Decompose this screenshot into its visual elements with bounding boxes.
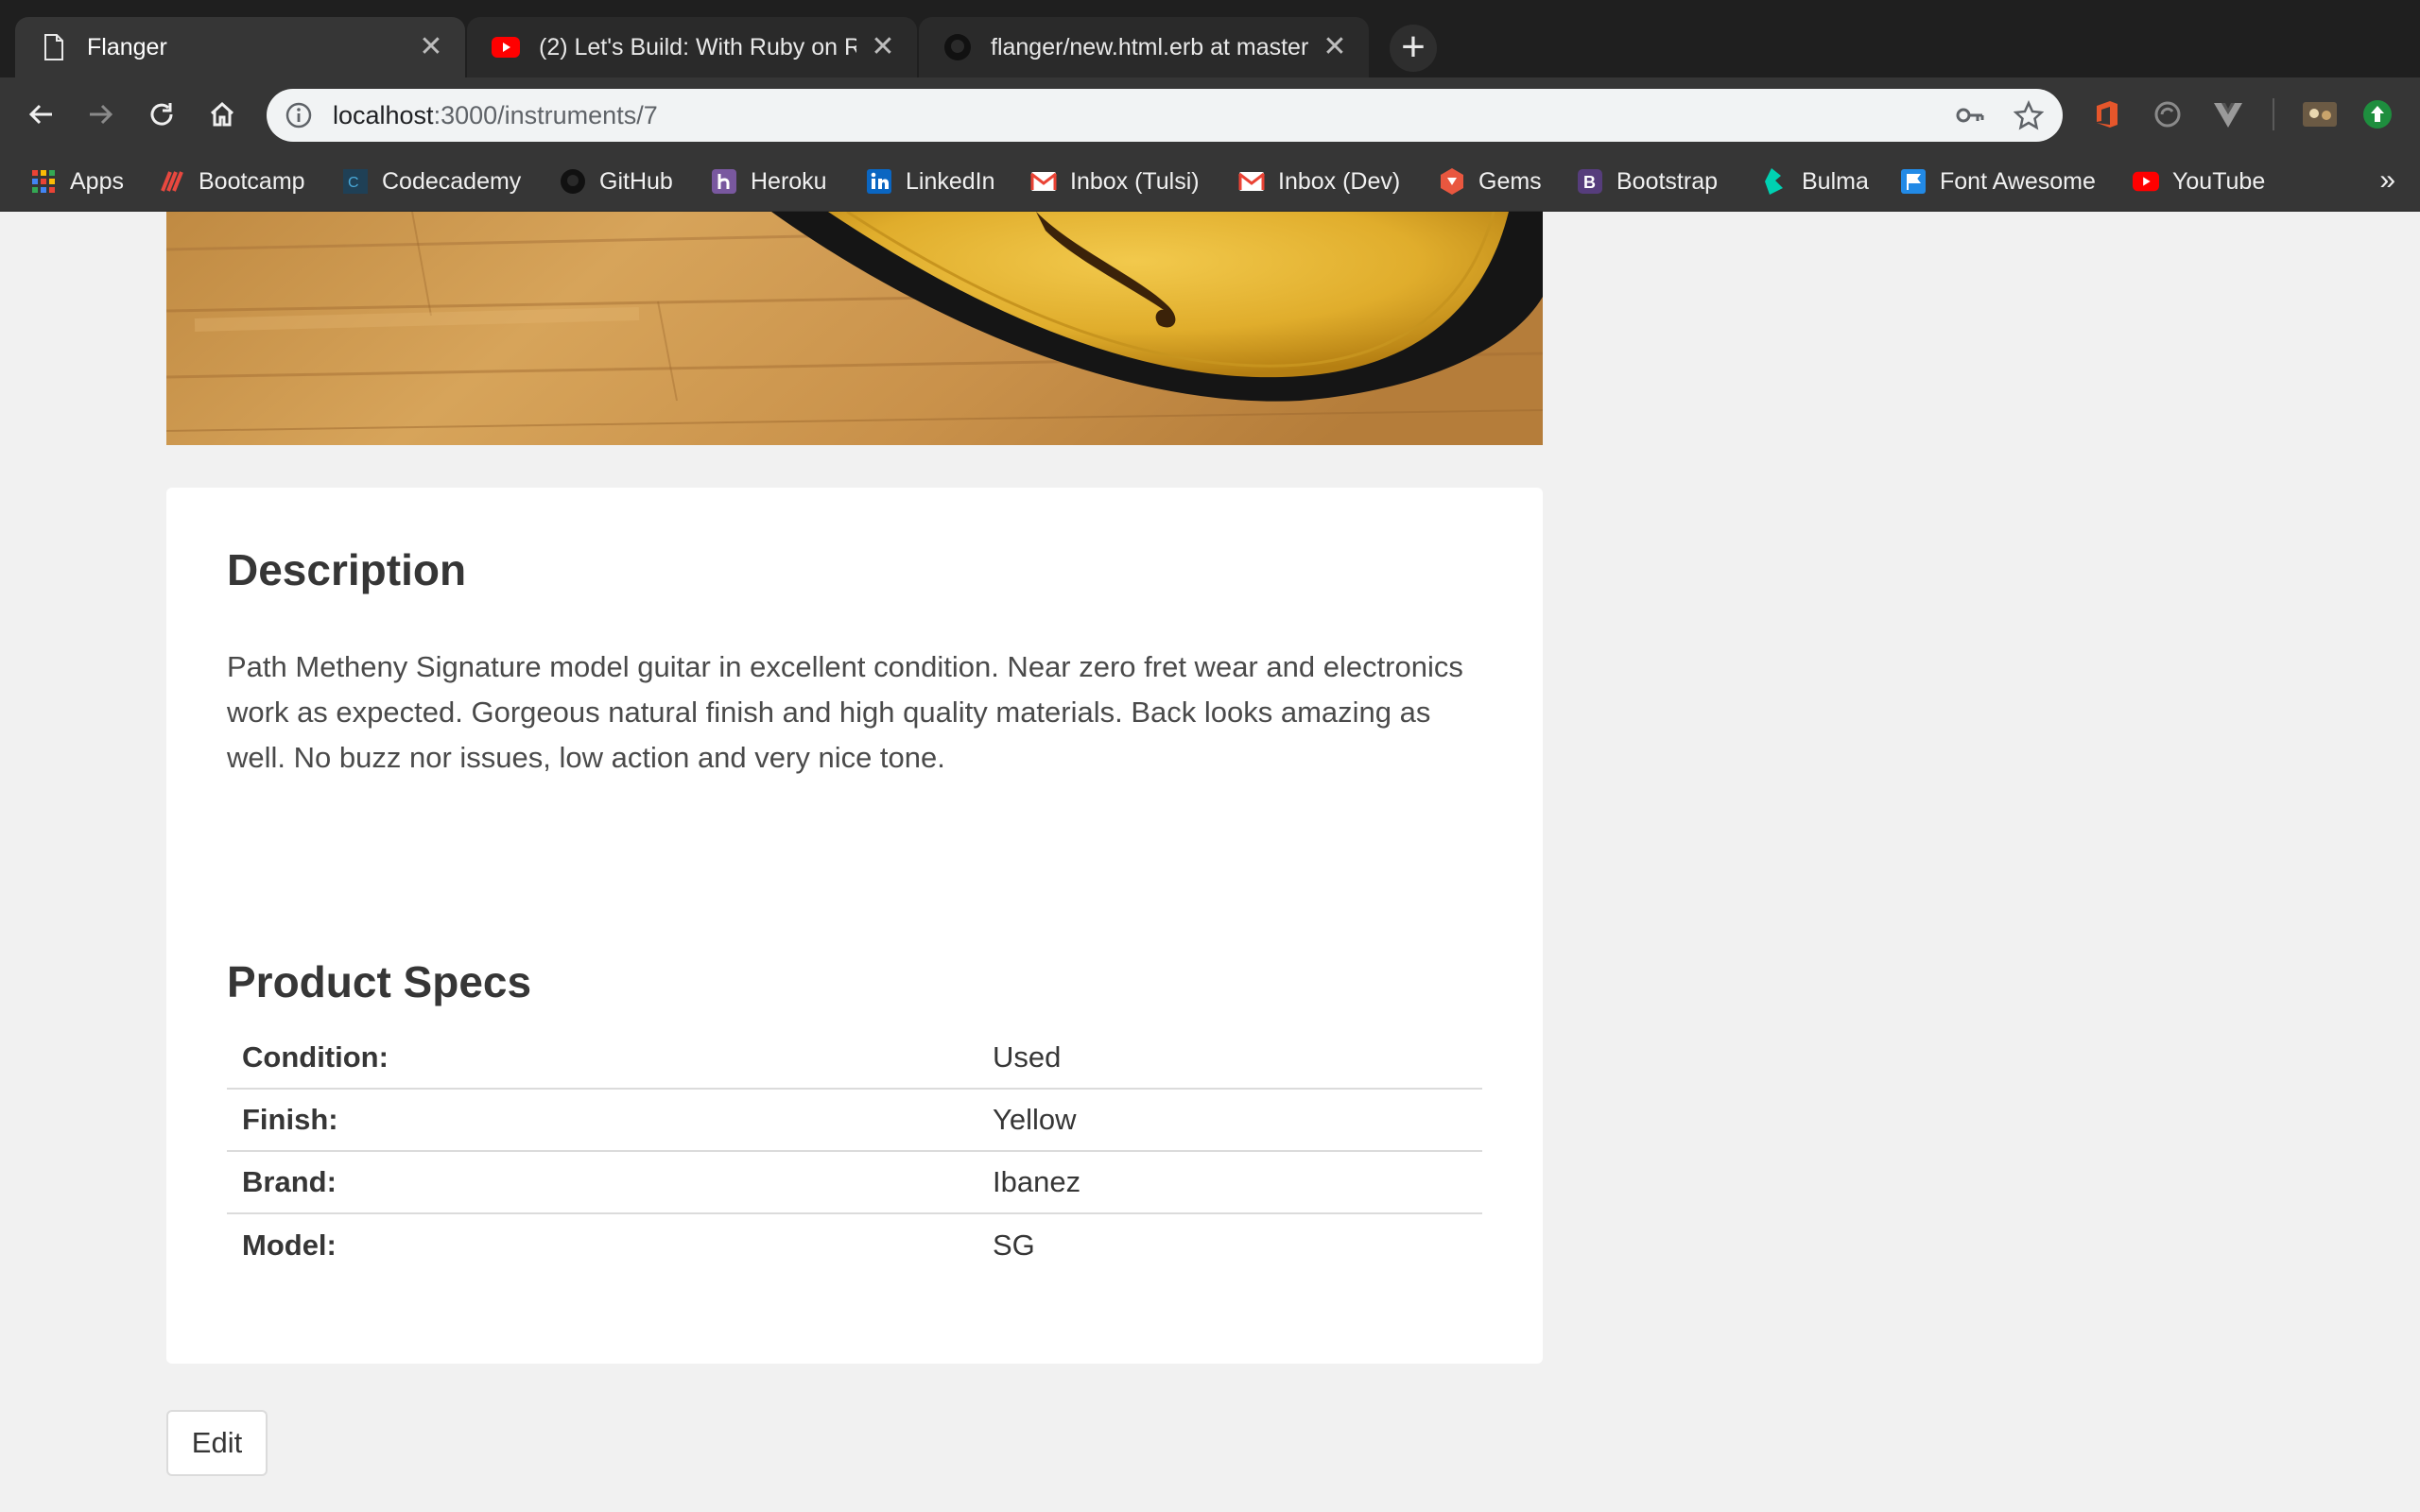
sync-extension-icon[interactable]	[2152, 98, 2184, 130]
bookmark-label: Apps	[70, 167, 124, 195]
bookmark-label: Heroku	[751, 167, 827, 195]
linkedin-icon	[866, 168, 892, 195]
instrument-image	[166, 212, 1543, 445]
bookmark-label: Bootcamp	[199, 167, 305, 195]
tab-title: (2) Let's Build: With Ruby on Ra	[539, 33, 856, 60]
bookmark-label: Codecademy	[382, 167, 522, 195]
new-tab-button[interactable]: +	[1390, 25, 1437, 72]
star-icon[interactable]	[2014, 100, 2044, 130]
page-content: Description Path Metheny Signature model…	[0, 212, 2420, 1512]
svg-text:C: C	[348, 175, 359, 191]
url-host: localhost	[333, 100, 434, 129]
info-icon	[285, 102, 312, 129]
profile-avatar-icon[interactable]	[2361, 98, 2394, 130]
bookmark-bootstrap[interactable]: B Bootstrap	[1577, 161, 1718, 202]
toolbar-divider	[2273, 98, 2274, 130]
bookmark-github[interactable]: GitHub	[560, 161, 673, 202]
spec-label: Brand:	[227, 1151, 977, 1214]
bookmark-bootcamp[interactable]: Bootcamp	[159, 161, 305, 202]
bookmark-label: Bulma	[1802, 167, 1869, 195]
rubygems-icon	[1439, 168, 1465, 195]
tab-strip: Flanger ✕ (2) Let's Build: With Ruby on …	[0, 0, 2420, 77]
bulma-icon	[1762, 168, 1789, 195]
bookmark-youtube[interactable]: YouTube	[2133, 161, 2265, 202]
github-icon	[560, 168, 586, 195]
description-heading: Description	[227, 545, 467, 594]
bookmark-heroku[interactable]: Heroku	[711, 161, 827, 202]
table-row: Model: SG	[227, 1213, 1482, 1276]
extension-icon[interactable]	[2301, 98, 2339, 130]
heroku-icon	[711, 168, 737, 195]
github-icon	[943, 33, 972, 61]
spec-label: Model:	[242, 1228, 337, 1262]
table-row: Finish: Yellow	[227, 1089, 1482, 1152]
spec-label: Finish:	[227, 1089, 977, 1152]
bootstrap-icon: B	[1577, 168, 1603, 195]
bookmark-label: Gems	[1478, 167, 1542, 195]
gmail-icon	[1238, 168, 1265, 195]
bookmark-label: Inbox (Dev)	[1278, 167, 1401, 195]
tab-title: Flanger	[87, 33, 167, 60]
bookmark-label: Inbox (Tulsi)	[1070, 167, 1200, 195]
key-icon[interactable]	[1955, 100, 1985, 130]
table-row: Condition: Used	[227, 1026, 1482, 1090]
tab-youtube[interactable]: (2) Let's Build: With Ruby on Ra ✕	[467, 17, 917, 77]
home-button[interactable]	[199, 91, 246, 138]
font-awesome-icon	[1900, 168, 1927, 195]
spec-value: Yellow	[977, 1089, 1482, 1152]
gmail-icon	[1030, 168, 1057, 195]
spec-value: Ibanez	[977, 1151, 1482, 1214]
spec-value: SG	[993, 1228, 1035, 1262]
reload-button[interactable]	[138, 91, 185, 138]
tab-github[interactable]: flanger/new.html.erb at master ✕	[919, 17, 1369, 77]
spec-label: Condition:	[227, 1026, 977, 1090]
url-text: localhost:3000/instruments/7	[333, 101, 658, 130]
bookmark-label: YouTube	[2172, 167, 2266, 195]
vue-devtools-icon[interactable]	[2212, 98, 2244, 130]
spec-value: Used	[977, 1026, 1482, 1090]
close-icon[interactable]: ✕	[1322, 33, 1348, 61]
forward-button[interactable]	[78, 91, 125, 138]
bookmark-apps[interactable]: Apps	[30, 161, 124, 202]
description-text: Path Metheny Signature model guitar in e…	[227, 650, 1463, 774]
document-icon	[40, 33, 68, 61]
bookmark-gems[interactable]: Gems	[1439, 161, 1542, 202]
office-extension-icon[interactable]	[2091, 98, 2123, 130]
bootcamp-icon	[159, 168, 185, 195]
codecademy-icon: C	[342, 168, 369, 195]
reload-icon	[150, 103, 173, 126]
bookmark-font-awesome[interactable]: Font Awesome	[1900, 161, 2096, 202]
back-button[interactable]	[17, 91, 64, 138]
bookmark-codecademy[interactable]: C Codecademy	[342, 161, 521, 202]
browser-toolbar: localhost:3000/instruments/7	[0, 77, 2420, 151]
instrument-details-card: Description Path Metheny Signature model…	[166, 488, 1543, 1364]
bookmark-bulma[interactable]: Bulma	[1762, 161, 1869, 202]
url-path: :3000/instruments/7	[433, 100, 658, 129]
apps-grid-icon	[30, 168, 57, 195]
forward-arrow-icon	[90, 104, 113, 125]
product-specs-table: Condition: Used Finish: Yellow Brand: Ib…	[227, 1026, 1482, 1276]
bookmarks-bar: Apps Bootcamp C Codecademy GitHub Heroku…	[0, 151, 2420, 212]
bookmark-label: LinkedIn	[906, 167, 995, 195]
edit-button[interactable]: Edit	[166, 1410, 268, 1476]
bookmark-linkedin[interactable]: LinkedIn	[866, 161, 995, 202]
close-icon[interactable]: ✕	[418, 33, 444, 61]
close-icon[interactable]: ✕	[870, 33, 896, 61]
bookmark-label: GitHub	[599, 167, 673, 195]
bookmark-label: Font Awesome	[1940, 167, 2096, 195]
home-icon	[210, 101, 234, 127]
youtube-icon	[492, 33, 520, 61]
bookmark-label: Bootstrap	[1616, 167, 1719, 195]
bookmark-inbox-dev[interactable]: Inbox (Dev)	[1238, 161, 1400, 202]
tab-flanger[interactable]: Flanger ✕	[15, 17, 465, 77]
bookmarks-overflow-button[interactable]: »	[2379, 164, 2395, 197]
tab-title: flanger/new.html.erb at master	[991, 33, 1308, 60]
table-row: Brand: Ibanez	[227, 1151, 1482, 1214]
bookmark-inbox-tulsi[interactable]: Inbox (Tulsi)	[1030, 161, 1200, 202]
address-bar[interactable]: localhost:3000/instruments/7	[267, 89, 2063, 142]
product-specs-heading: Product Specs	[227, 957, 532, 1006]
back-arrow-icon	[28, 104, 52, 125]
svg-text:B: B	[1583, 173, 1596, 192]
youtube-icon	[2133, 168, 2159, 195]
